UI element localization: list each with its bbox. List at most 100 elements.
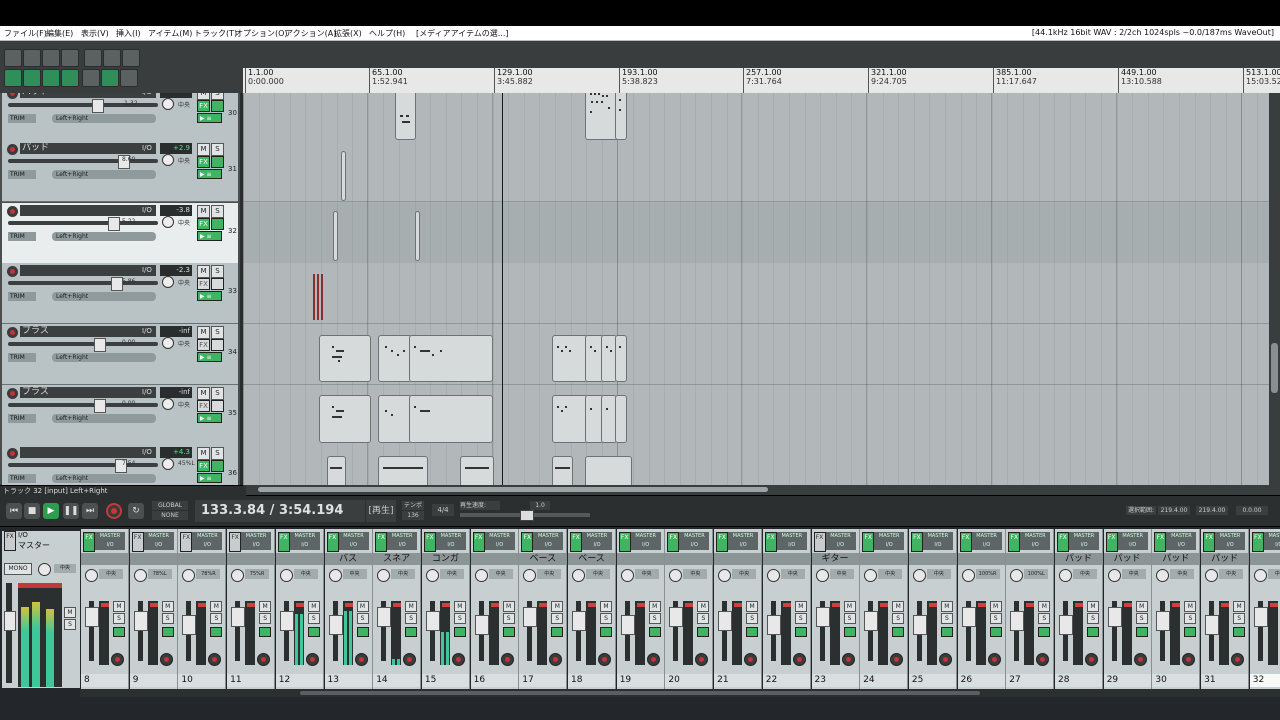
go-start-icon[interactable]: ⏮ <box>6 503 22 519</box>
fx-bypass-button[interactable] <box>211 339 224 351</box>
strip-mute-button[interactable]: M <box>551 601 564 612</box>
strip-fx-button[interactable]: FX <box>813 532 826 552</box>
trim-button[interactable]: TRIM <box>8 474 36 483</box>
fx-button[interactable]: FX <box>197 339 210 351</box>
strip-record-arm[interactable] <box>451 653 465 666</box>
strip-record-arm[interactable] <box>938 653 952 666</box>
selection-length[interactable]: 0.0.00 <box>1236 506 1268 515</box>
volume-slider[interactable] <box>8 217 158 231</box>
strip-name[interactable]: ギター <box>811 553 859 565</box>
strip-record-arm[interactable] <box>1085 653 1098 666</box>
rate-slider-knob[interactable] <box>520 510 534 521</box>
strip-pan-knob[interactable] <box>377 569 391 582</box>
track-name[interactable] <box>20 265 156 276</box>
redo-icon[interactable] <box>103 49 121 67</box>
strip-mute-button[interactable]: M <box>648 601 661 612</box>
strip-fx-button[interactable]: FX <box>375 532 388 552</box>
strip-fx-button[interactable]: FX <box>959 532 972 552</box>
strip-record-arm[interactable] <box>549 653 563 666</box>
strip-name[interactable] <box>714 553 762 565</box>
strip-fader-knob[interactable] <box>133 611 148 631</box>
strip-mute-button[interactable]: M <box>405 601 418 612</box>
strip-fader-knob[interactable] <box>961 607 976 627</box>
strip-master-send[interactable]: MASTERI/O <box>922 532 953 550</box>
strip-master-send[interactable]: MASTERI/O <box>728 532 759 550</box>
menu-track[interactable]: トラック(T) <box>194 28 237 39</box>
strip-record-arm[interactable] <box>841 653 855 666</box>
strip-solo-button[interactable]: S <box>940 613 953 624</box>
track-row[interactable]: ブラス I/O -inf M S 0.00 中央 FX TRIM Left+Ri… <box>2 324 238 385</box>
fx-bypass-button[interactable] <box>211 460 224 472</box>
envelope-button[interactable]: ▶ ≡ <box>197 169 222 179</box>
menu-options[interactable]: オプション(O) <box>235 28 288 39</box>
io-button[interactable]: I/O <box>142 388 152 396</box>
strip-master-send[interactable]: MASTERI/O <box>241 532 272 550</box>
strip-env-button[interactable] <box>161 627 174 637</box>
strip-master-send[interactable]: MASTERI/O <box>533 532 564 550</box>
solo-button[interactable]: S <box>211 387 224 400</box>
media-item[interactable] <box>378 456 428 485</box>
strip-fx-button[interactable]: FX <box>1105 532 1118 552</box>
time-signature[interactable]: 4/4 <box>432 504 454 516</box>
strip-name[interactable] <box>129 553 177 565</box>
envelope-button[interactable]: ▶ ≡ <box>197 113 222 123</box>
trim-button[interactable]: TRIM <box>8 170 36 179</box>
master-io[interactable]: I/O <box>18 531 48 539</box>
strip-name[interactable] <box>178 553 226 565</box>
envelope-button[interactable]: ▶ ≡ <box>197 413 222 423</box>
strip-fx-button[interactable]: FX <box>521 532 534 552</box>
strip-record-arm[interactable] <box>890 653 904 666</box>
strip-name[interactable]: コンガ <box>421 553 469 565</box>
track-name[interactable]: パッド <box>20 143 156 154</box>
solo-button[interactable]: S <box>211 143 224 156</box>
mute-button[interactable]: M <box>197 265 210 278</box>
pan-knob[interactable] <box>162 398 174 410</box>
strip-fx-button[interactable]: FX <box>570 532 582 552</box>
menu-actions[interactable]: アクション(A) <box>285 28 336 39</box>
track-name[interactable] <box>20 447 156 458</box>
strip-mute-button[interactable]: M <box>746 601 759 612</box>
envelope-button[interactable]: ▶ ≡ <box>197 231 222 241</box>
strip-master-send[interactable]: MASTERI/O <box>1117 532 1148 550</box>
mute-button[interactable]: M <box>197 205 210 218</box>
volume-slider[interactable] <box>8 399 158 413</box>
strip-mute-button[interactable]: M <box>453 601 466 612</box>
strip-pan-knob[interactable] <box>718 569 732 582</box>
strip-pan-knob[interactable] <box>912 569 926 582</box>
fx-button[interactable]: FX <box>197 218 210 230</box>
input-select[interactable]: Left+Right <box>52 292 156 301</box>
strip-master-send[interactable]: MASTERI/O <box>143 532 174 550</box>
strip-record-arm[interactable] <box>695 653 709 666</box>
strip-env-button[interactable] <box>1233 627 1246 637</box>
strip-env-button[interactable] <box>989 627 1002 637</box>
master-pan-knob[interactable] <box>38 563 51 576</box>
strip-mute-button[interactable]: M <box>1087 601 1099 612</box>
strip-env-button[interactable] <box>648 627 661 637</box>
time-position[interactable]: 133.3.84 / 3:54.194 <box>195 500 365 522</box>
strip-mute-button[interactable]: M <box>697 601 710 612</box>
strip-pan-knob[interactable] <box>961 569 975 582</box>
media-item[interactable] <box>415 211 420 261</box>
strip-master-send[interactable]: MASTERI/O <box>582 532 612 550</box>
horizontal-scrollbar[interactable] <box>243 485 1280 495</box>
strip-fx-button[interactable]: FX <box>667 532 680 552</box>
mute-button[interactable]: M <box>197 447 210 460</box>
record-arm-button[interactable] <box>7 388 18 399</box>
strip-env-button[interactable] <box>356 627 369 637</box>
volume-slider-knob[interactable] <box>94 338 106 352</box>
go-end-icon[interactable]: ⏭ <box>82 503 98 519</box>
track-row[interactable]: I/O -2.3 M S 5.86 中央 FX TRIM Left+Right … <box>2 263 238 324</box>
strip-name[interactable] <box>762 553 810 565</box>
fx-bypass-button[interactable] <box>211 156 224 168</box>
strip-record-arm[interactable] <box>305 653 319 666</box>
strip-master-send[interactable]: MASTERI/O <box>435 532 466 550</box>
strip-fx-button[interactable]: FX <box>618 532 631 552</box>
strip-pan-knob[interactable] <box>766 569 780 582</box>
strip-master-send[interactable]: MASTERI/O <box>825 532 856 550</box>
record-arm-button[interactable] <box>7 327 18 338</box>
strip-pan-knob[interactable] <box>279 569 293 582</box>
strip-mute-button[interactable]: M <box>794 601 807 612</box>
media-item[interactable] <box>615 395 627 443</box>
mute-button[interactable]: M <box>197 387 210 400</box>
selection-start[interactable]: 219.4.00 <box>1158 506 1190 515</box>
